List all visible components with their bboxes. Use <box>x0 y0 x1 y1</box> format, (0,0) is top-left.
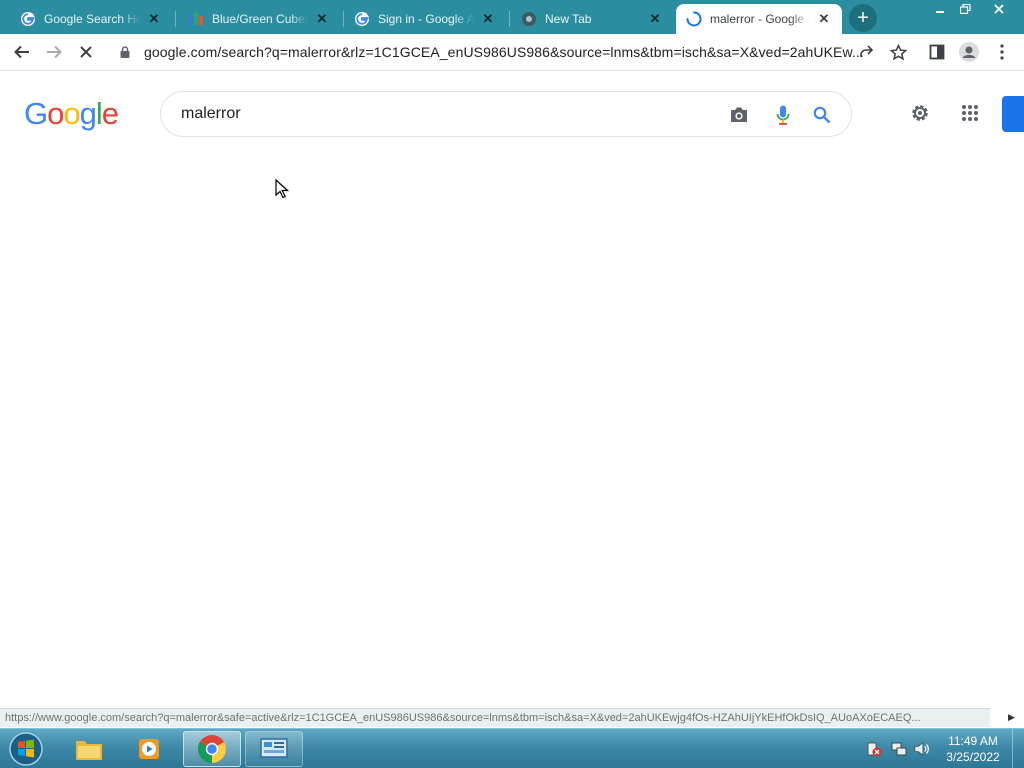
address-bar[interactable]: google.com/search?q=malerror&rlz=1C1GCEA… <box>112 37 882 67</box>
taskbar-control-panel[interactable] <box>245 731 303 767</box>
logo-letter: g <box>79 96 97 131</box>
taskbar-file-explorer[interactable] <box>60 731 118 767</box>
lock-icon[interactable] <box>120 46 132 58</box>
url-text[interactable]: google.com/search?q=malerror&rlz=1C1GCEA… <box>144 44 882 60</box>
microphone-icon[interactable] <box>771 103 795 127</box>
start-button[interactable] <box>6 731 46 767</box>
back-arrow-icon <box>14 45 29 59</box>
chrome-icon <box>521 11 537 27</box>
action-center-warning-icon[interactable] <box>866 741 882 757</box>
close-tab-icon[interactable]: ✕ <box>816 11 832 27</box>
media-player-icon <box>139 739 159 759</box>
tab-new-tab[interactable]: New Tab ✕ <box>501 4 673 34</box>
volume-icon[interactable] <box>914 741 930 757</box>
forward-button[interactable] <box>40 38 68 66</box>
apps-grid-icon[interactable] <box>957 100 983 126</box>
share-button[interactable] <box>852 38 880 66</box>
stop-x-icon <box>80 46 92 58</box>
tab-title: Google Search Help <box>44 12 140 26</box>
tab-title: Blue/Green Cubes <box>212 12 308 26</box>
chrome-icon <box>198 735 226 763</box>
google-g-icon <box>20 11 36 27</box>
search-box <box>160 91 852 137</box>
scroll-right-arrow-icon[interactable]: ▶ <box>1008 712 1020 724</box>
tab-blue-green-cubes[interactable]: Blue/Green Cubes ✕ <box>168 4 340 34</box>
close-tab-icon[interactable]: ✕ <box>480 11 496 27</box>
google-logo[interactable]: Google <box>24 96 119 132</box>
logo-letter: o <box>63 96 80 131</box>
sign-in-button[interactable] <box>1002 96 1024 132</box>
side-panel-button[interactable] <box>923 38 951 66</box>
new-tab-button[interactable]: + <box>849 4 877 32</box>
profile-avatar-icon <box>959 42 979 62</box>
logo-letter: e <box>101 96 119 131</box>
minimize-window-icon[interactable] <box>928 0 952 18</box>
show-desktop-button[interactable] <box>1012 729 1024 768</box>
browser-menu-button[interactable] <box>988 38 1016 66</box>
browser-toolbar: google.com/search?q=malerror&rlz=1C1GCEA… <box>0 34 1024 71</box>
tab-sign-in-google[interactable]: Sign in - Google Accounts ✕ <box>334 4 506 34</box>
taskbar-media-player[interactable] <box>120 731 178 767</box>
side-panel-icon <box>929 44 945 60</box>
system-clock[interactable]: 11:49 AM 3/25/2022 <box>940 733 1006 765</box>
close-window-icon[interactable] <box>978 0 1020 18</box>
profile-button[interactable] <box>955 38 983 66</box>
network-icon[interactable] <box>891 741 907 757</box>
clock-time: 11:49 AM <box>948 734 998 748</box>
windows-logo-icon <box>9 732 43 766</box>
settings-gear-icon[interactable] <box>907 100 933 126</box>
share-icon <box>860 45 874 57</box>
tab-google-search-help[interactable]: Google Search Help ✕ <box>0 4 172 34</box>
restore-window-icon[interactable] <box>953 0 977 18</box>
windows-taskbar: 11:49 AM 3/25/2022 <box>0 728 1024 768</box>
back-button[interactable] <box>8 38 36 66</box>
logo-letter: G <box>24 96 48 131</box>
close-tab-icon[interactable]: ✕ <box>647 11 663 27</box>
folder-icon <box>76 741 102 760</box>
search-input[interactable] <box>181 105 701 123</box>
forward-arrow-icon <box>47 45 62 59</box>
tab-title: malerror - Google Search <box>710 12 810 26</box>
loading-spinner-icon <box>686 11 702 27</box>
close-tab-icon[interactable]: ✕ <box>314 11 330 27</box>
taskbar-chrome[interactable] <box>183 731 241 767</box>
google-g-icon <box>354 11 370 27</box>
cubes-icon <box>188 11 204 27</box>
tab-malerror-search[interactable]: malerror - Google Search ✕ <box>676 4 842 34</box>
tab-title: New Tab <box>545 12 592 26</box>
search-icon[interactable] <box>810 103 834 127</box>
tab-strip: Google Search Help ✕ Blue/Green Cubes ✕ … <box>0 0 1024 34</box>
bookmark-star-button[interactable] <box>884 38 912 66</box>
stop-loading-button[interactable] <box>72 38 100 66</box>
mouse-cursor-icon <box>275 179 289 199</box>
close-tab-icon[interactable]: ✕ <box>146 11 162 27</box>
link-status-bubble: https://www.google.com/search?q=malerror… <box>0 708 990 727</box>
logo-letter: o <box>47 96 64 131</box>
star-icon <box>889 43 907 60</box>
clock-date: 3/25/2022 <box>946 750 1000 764</box>
kebab-menu-icon <box>1000 44 1004 60</box>
camera-icon[interactable] <box>727 103 751 127</box>
tab-title: Sign in - Google Accounts <box>378 12 474 26</box>
control-panel-icon <box>260 738 288 758</box>
